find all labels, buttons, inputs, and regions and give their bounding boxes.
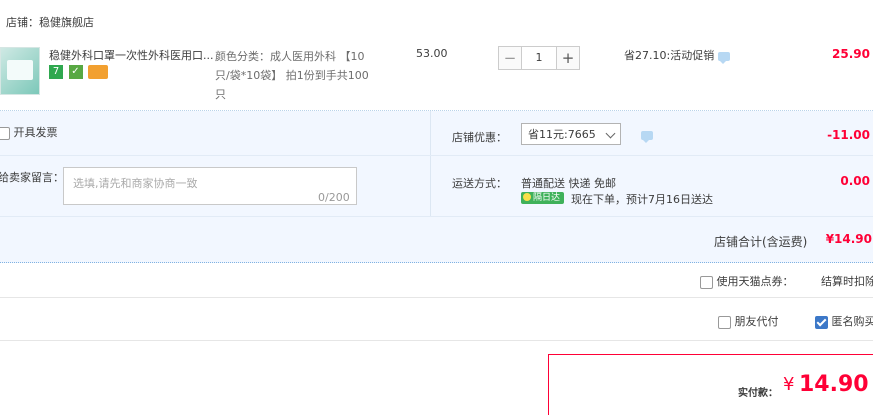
message-label: 给卖家留言： bbox=[0, 169, 64, 185]
currency-symbol: ¥ bbox=[783, 374, 794, 395]
product-title[interactable]: 稳健外科口罩一次性外科医用口... bbox=[49, 47, 214, 63]
chat-icon[interactable] bbox=[641, 131, 653, 140]
panel-divider bbox=[0, 216, 873, 217]
message-placeholder: 选填,请先和商家协商一致 bbox=[73, 175, 198, 191]
clock-icon bbox=[523, 193, 531, 201]
shipping-label: 运送方式： bbox=[452, 175, 507, 191]
product-badges: 7 ✓ bbox=[49, 65, 110, 79]
separator bbox=[0, 340, 873, 341]
credit-card-icon[interactable] bbox=[88, 65, 108, 79]
product-sku: 颜色分类：成人医用外科 【10 只/袋*10袋】 拍1份到手共100 只 bbox=[215, 47, 380, 104]
store-header bbox=[0, 0, 873, 38]
friend-pay-checkbox[interactable] bbox=[718, 316, 731, 329]
quantity-stepper: −1+ bbox=[498, 46, 580, 70]
discount-info bbox=[637, 128, 653, 141]
shipping-eta: 现在下单，预计7月16日送达 bbox=[571, 191, 713, 207]
message-char-count: 0/200 bbox=[318, 191, 350, 204]
sku-line: 颜色分类：成人医用外科 【10 bbox=[215, 47, 380, 66]
anonymous-purchase-option[interactable]: 匿名购买 bbox=[815, 313, 873, 329]
next-day-badge-label: 隔日达 bbox=[533, 193, 560, 203]
invoice-checkbox[interactable] bbox=[0, 127, 10, 140]
invoice-option[interactable]: 开具发票 bbox=[0, 124, 58, 140]
increase-quantity-button[interactable]: + bbox=[556, 46, 580, 70]
shop-discount-select[interactable]: 省11元:7665 bbox=[521, 123, 621, 145]
shop-discount-selected: 省11元:7665 bbox=[528, 128, 596, 141]
tmall-points-label: 使用天猫点券： bbox=[717, 275, 794, 288]
separator bbox=[0, 297, 873, 298]
sku-line: 只/袋*10袋】 拍1份到手共100 bbox=[215, 66, 380, 85]
shipping-method: 普通配送 快递 免邮 bbox=[521, 175, 616, 191]
panel-divider bbox=[0, 155, 873, 156]
product-thumbnail[interactable] bbox=[0, 47, 40, 95]
invoice-label: 开具发票 bbox=[14, 126, 58, 139]
promotion-text: 省27.10:活动促销 bbox=[624, 49, 714, 62]
chevron-down-icon bbox=[606, 129, 616, 139]
tmall-points-option[interactable]: 使用天猫点券： bbox=[700, 273, 794, 289]
anonymous-checkbox[interactable] bbox=[815, 316, 828, 329]
panel-divider bbox=[430, 111, 431, 216]
next-day-badge: 隔日达 bbox=[521, 192, 564, 204]
tmall-points-note: 结算时扣除 bbox=[821, 273, 873, 289]
promotion-info: 省27.10:活动促销 bbox=[624, 47, 730, 63]
payment-amount: 14.90 bbox=[799, 372, 869, 397]
shop-discount-label: 店铺优惠： bbox=[452, 129, 507, 145]
friend-pay-option[interactable]: 朋友代付 bbox=[718, 313, 779, 329]
anonymous-label: 匿名购买 bbox=[832, 315, 873, 328]
sku-line: 只 bbox=[215, 85, 380, 104]
unit-price: 53.00 bbox=[416, 47, 448, 60]
decrease-quantity-button[interactable]: − bbox=[498, 46, 522, 70]
quantity-input[interactable]: 1 bbox=[522, 46, 556, 70]
tmall-points-checkbox[interactable] bbox=[700, 276, 713, 289]
shipping-fee: 0.00 bbox=[790, 174, 873, 188]
friend-pay-label: 朋友代付 bbox=[735, 315, 779, 328]
shop-discount-value: -11.00 bbox=[790, 128, 873, 142]
seven-day-return-icon[interactable]: 7 bbox=[49, 65, 63, 79]
store-name[interactable]: 店铺：稳健旗舰店 bbox=[6, 14, 94, 30]
chat-icon[interactable] bbox=[718, 52, 730, 61]
store-total-label: 店铺合计(含运费) bbox=[714, 233, 807, 250]
store-total-value: ¥14.90 bbox=[812, 232, 873, 246]
payment-label: 实付款： bbox=[738, 384, 778, 399]
item-subtotal: 25.90 bbox=[810, 47, 873, 61]
guarantee-shield-icon[interactable]: ✓ bbox=[69, 65, 83, 79]
